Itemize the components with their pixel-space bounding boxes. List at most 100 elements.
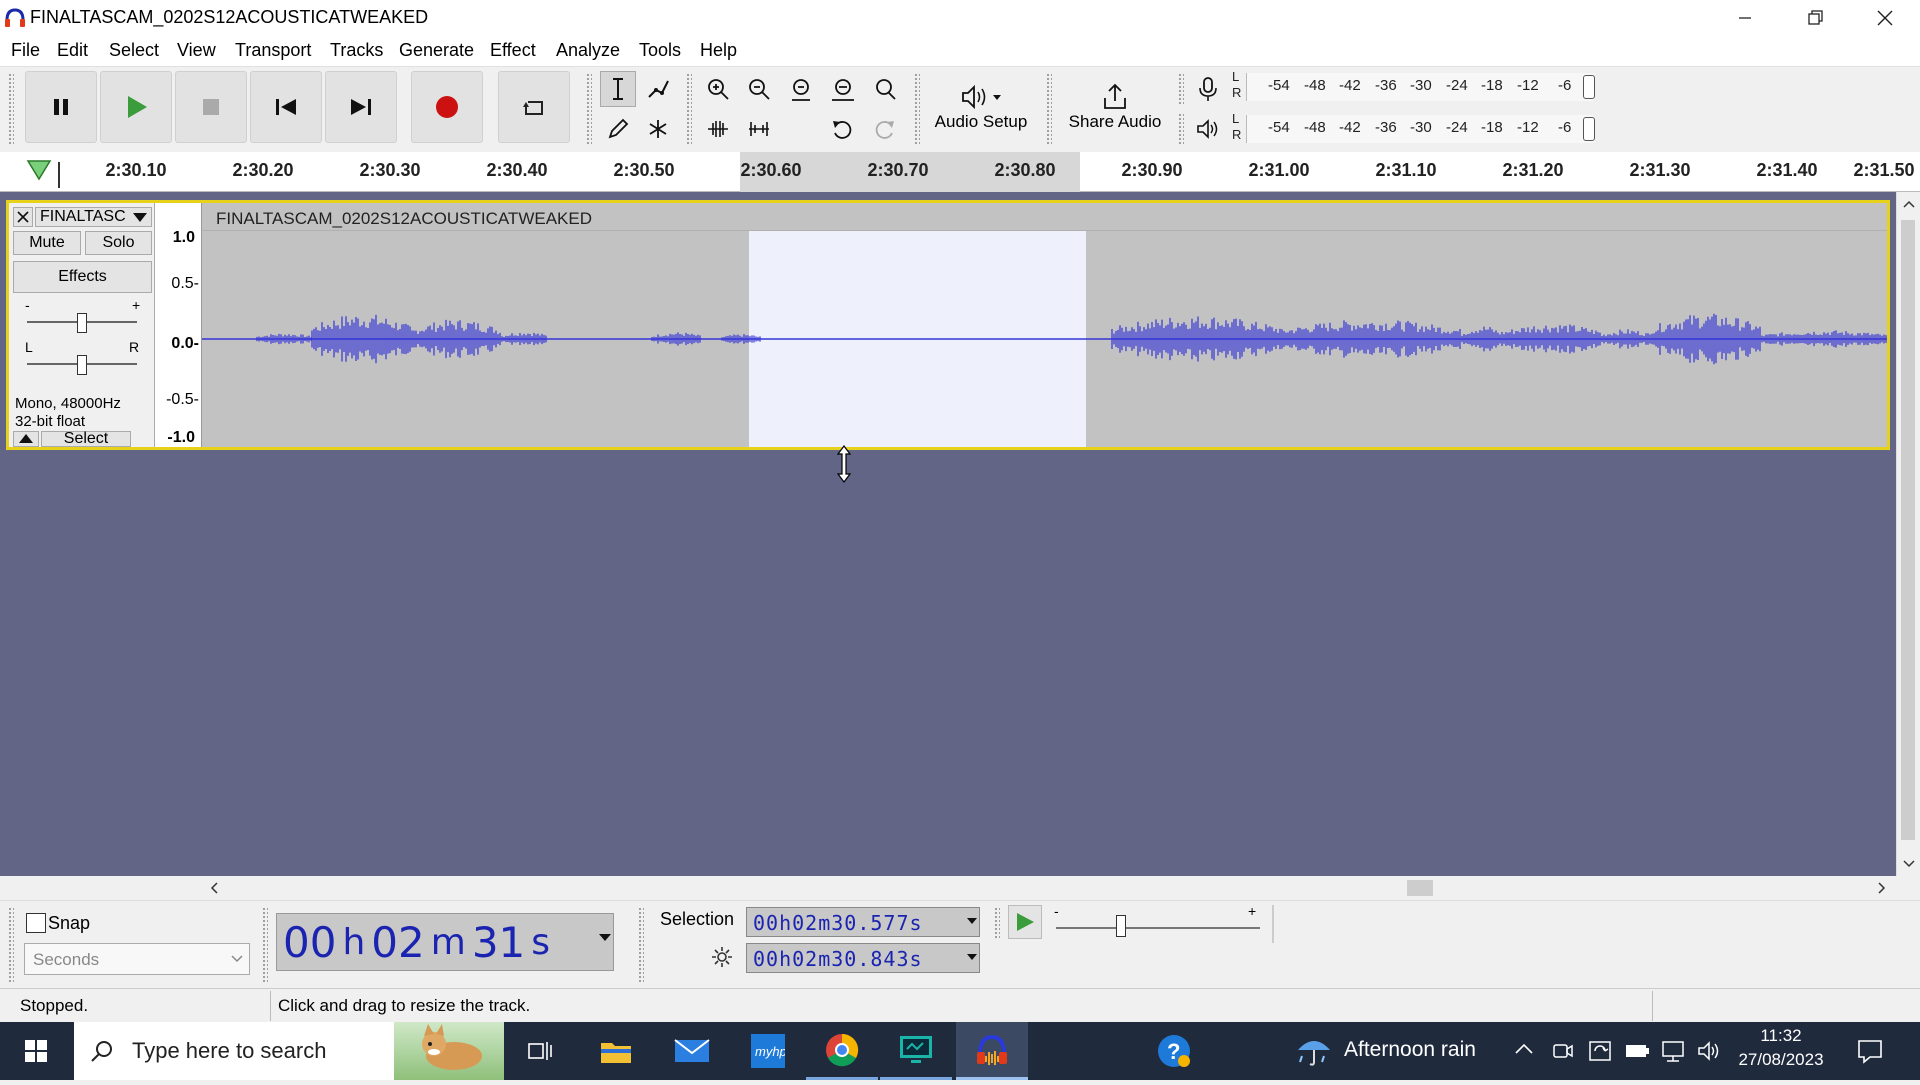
- toolbar-grip[interactable]: [8, 73, 14, 145]
- playback-meter-slider[interactable]: [1583, 117, 1595, 141]
- zoom-in-button[interactable]: [700, 71, 736, 107]
- horizontal-scroll-thumb[interactable]: [1407, 880, 1433, 896]
- pause-button[interactable]: [25, 71, 97, 143]
- record-button[interactable]: [411, 71, 483, 143]
- file-explorer-button[interactable]: [580, 1022, 652, 1080]
- edit-grip[interactable]: [686, 73, 692, 145]
- close-button[interactable]: [1850, 0, 1920, 36]
- volume-icon[interactable]: [1696, 1039, 1722, 1063]
- track-name-menu[interactable]: FINALTASC: [35, 207, 152, 227]
- timeline-ruler[interactable]: 2:30.10 2:30.20 2:30.30 2:30.40 2:30.50 …: [0, 152, 1920, 192]
- clip-name-bar[interactable]: FINALTASCAM_0202S12ACOUSTICATWEAKED: [202, 203, 1887, 231]
- show-hidden-icons[interactable]: [1514, 1041, 1534, 1061]
- record-meter[interactable]: L R -54 -48 -42 -36 -30 -24 -18 -12 -6: [1232, 69, 1602, 103]
- scroll-right-icon[interactable]: [1878, 882, 1886, 894]
- playback-meter[interactable]: L R -54 -48 -42 -36 -30 -24 -18 -12 -6: [1232, 111, 1602, 145]
- mute-button[interactable]: Mute: [13, 231, 81, 255]
- myhp-button[interactable]: myhp: [732, 1022, 804, 1080]
- time-format-dropdown-icon[interactable]: [599, 934, 611, 942]
- mail-button[interactable]: [656, 1022, 728, 1080]
- effects-button[interactable]: Effects: [13, 261, 152, 293]
- screen-recorder-button[interactable]: [880, 1022, 952, 1080]
- trim-audio-button[interactable]: [700, 111, 736, 147]
- battery-icon[interactable]: [1624, 1041, 1650, 1061]
- solo-button[interactable]: Solo: [85, 231, 152, 255]
- skip-to-end-button[interactable]: [325, 71, 397, 143]
- notifications-icon[interactable]: [1856, 1038, 1884, 1064]
- snap-checkbox[interactable]: [26, 913, 46, 933]
- amplitude-scale[interactable]: 1.0 0.5- 0.0- -0.5- -1.0: [154, 203, 202, 447]
- record-meter-slider[interactable]: [1583, 75, 1595, 99]
- menu-generate[interactable]: Generate: [399, 40, 474, 61]
- selection-tool-button[interactable]: [600, 71, 636, 107]
- envelope-tool-button[interactable]: [640, 71, 676, 107]
- task-view-button[interactable]: [504, 1022, 576, 1080]
- selection-end-field[interactable]: 00h02m30.843s: [746, 943, 980, 973]
- speed-slider-thumb[interactable]: [1116, 915, 1126, 937]
- play-button[interactable]: [100, 71, 172, 143]
- snap-unit-select[interactable]: Seconds: [24, 943, 250, 975]
- undo-button[interactable]: [825, 111, 861, 147]
- stop-button[interactable]: [175, 71, 247, 143]
- taskbar-search-box[interactable]: Type here to search: [74, 1022, 504, 1080]
- tools-grip[interactable]: [586, 73, 592, 145]
- play-meter-grip[interactable]: [1178, 113, 1184, 145]
- gear-icon[interactable]: [710, 945, 734, 969]
- fit-project-button[interactable]: [825, 71, 861, 107]
- close-track-button[interactable]: [13, 207, 33, 227]
- audio-setup-grip[interactable]: [914, 73, 920, 145]
- playback-meter-button[interactable]: [1190, 111, 1226, 147]
- help-button[interactable]: ?: [1138, 1022, 1210, 1080]
- record-meter-grip[interactable]: [1178, 73, 1184, 105]
- menu-effect[interactable]: Effect: [490, 40, 536, 61]
- horizontal-scrollbar[interactable]: [0, 876, 1896, 900]
- selection-grip[interactable]: [638, 907, 644, 983]
- silence-audio-button[interactable]: [741, 111, 777, 147]
- minimize-button[interactable]: [1710, 0, 1780, 36]
- zoom-out-button[interactable]: [741, 71, 777, 107]
- dropdown-arrow-icon[interactable]: [967, 954, 977, 961]
- gain-slider-thumb[interactable]: [77, 313, 87, 333]
- snap-grip[interactable]: [8, 907, 14, 983]
- share-grip[interactable]: [1046, 73, 1052, 145]
- menu-tracks[interactable]: Tracks: [330, 40, 383, 61]
- menu-transport[interactable]: Transport: [235, 40, 311, 61]
- weather-widget[interactable]: Afternoon rain: [1290, 1022, 1490, 1080]
- play-head-icon[interactable]: [26, 159, 52, 181]
- audacity-taskbar-button[interactable]: [956, 1022, 1028, 1080]
- redo-button[interactable]: [866, 111, 902, 147]
- scroll-down-icon[interactable]: [1903, 860, 1915, 868]
- selection-start-field[interactable]: 00h02m30.577s: [746, 907, 980, 937]
- dropdown-arrow-icon[interactable]: [967, 918, 977, 925]
- select-track-button[interactable]: Select: [41, 430, 131, 447]
- record-meter-button[interactable]: [1190, 71, 1226, 107]
- network-icon[interactable]: [1660, 1039, 1686, 1063]
- loop-button[interactable]: [498, 71, 570, 143]
- play-at-speed-grip[interactable]: [994, 907, 1000, 939]
- sync-icon[interactable]: [1588, 1039, 1612, 1063]
- time-display[interactable]: 00 h 02 m 31 s: [276, 913, 614, 971]
- track-area[interactable]: FINALTASC Mute Solo Effects - + L R Mono…: [0, 192, 1896, 876]
- chrome-button[interactable]: [806, 1022, 878, 1080]
- menu-tools[interactable]: Tools: [639, 40, 681, 61]
- draw-tool-button[interactable]: [600, 111, 636, 147]
- play-at-speed-button[interactable]: [1008, 905, 1042, 939]
- audio-setup-button[interactable]: Audio Setup: [928, 71, 1034, 143]
- skip-to-start-button[interactable]: [250, 71, 322, 143]
- fit-selection-button[interactable]: [783, 71, 819, 107]
- restore-button[interactable]: [1780, 0, 1850, 36]
- clock[interactable]: 11:32 27/08/2023: [1736, 1026, 1826, 1076]
- menu-view[interactable]: View: [177, 40, 216, 61]
- vertical-scroll-thumb[interactable]: [1901, 220, 1915, 840]
- collapse-track-button[interactable]: [13, 431, 39, 447]
- time-grip[interactable]: [262, 907, 268, 983]
- meet-now-icon[interactable]: [1552, 1039, 1574, 1063]
- menu-analyze[interactable]: Analyze: [556, 40, 620, 61]
- menu-help[interactable]: Help: [700, 40, 737, 61]
- zoom-toggle-button[interactable]: [866, 71, 902, 107]
- audio-track[interactable]: FINALTASC Mute Solo Effects - + L R Mono…: [6, 200, 1890, 450]
- pan-slider-thumb[interactable]: [77, 355, 87, 375]
- share-audio-button[interactable]: Share Audio: [1060, 71, 1170, 143]
- menu-edit[interactable]: Edit: [57, 40, 88, 61]
- scroll-left-icon[interactable]: [210, 882, 218, 894]
